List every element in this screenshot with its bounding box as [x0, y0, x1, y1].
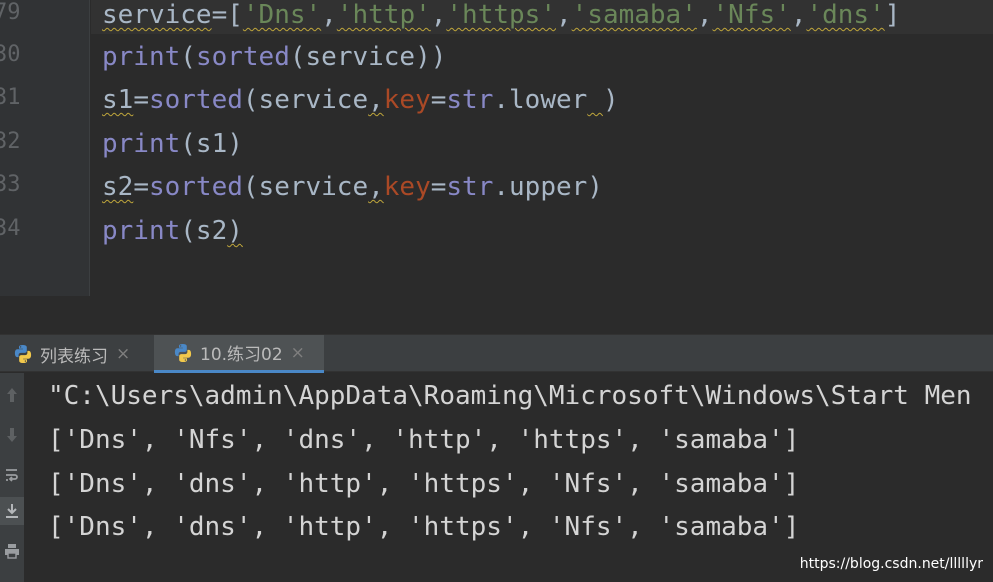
- code-token: ,: [696, 0, 713, 30]
- code-token: ): [602, 85, 619, 115]
- code-token: ,: [555, 0, 572, 30]
- code-token: ,: [368, 85, 384, 115]
- tab-label: 10.练习02: [200, 345, 283, 365]
- console-toolbar: [0, 373, 24, 582]
- console-output-line: "C:\Users\admin\AppData\Roaming\Microsof…: [48, 381, 972, 411]
- watermark-text: https://blog.csdn.net/lllllyr: [799, 556, 983, 572]
- code-token: (: [180, 42, 196, 72]
- print-icon[interactable]: [0, 537, 24, 565]
- code-line[interactable]: s1=sorted(service,key=str.lower ): [102, 85, 619, 121]
- line-number: 34: [0, 216, 21, 241]
- editor-empty-area: [0, 296, 993, 332]
- code-token: 'Dns': [242, 0, 322, 30]
- code-token: =: [211, 0, 228, 30]
- code-token: =: [133, 85, 149, 115]
- code-token: print: [102, 129, 181, 159]
- code-line[interactable]: print(s2): [102, 216, 243, 252]
- code-token: .upper): [493, 172, 603, 202]
- code-token: =: [133, 172, 149, 202]
- code-token: print: [102, 42, 181, 72]
- code-line[interactable]: print(sorted(service)): [102, 42, 446, 78]
- code-token: 'samaba': [571, 0, 697, 30]
- code-token: 'http': [336, 0, 431, 30]
- run-console[interactable]: "C:\Users\admin\AppData\Roaming\Microsof…: [0, 373, 993, 582]
- code-token: (s1): [180, 129, 243, 159]
- line-number: 32: [0, 129, 21, 154]
- code-token: ,: [368, 172, 384, 202]
- code-token: ,: [430, 0, 447, 30]
- code-token: ,: [790, 0, 807, 30]
- code-token: print: [102, 216, 181, 246]
- code-line[interactable]: service=['Dns','http','https','samaba','…: [102, 0, 900, 36]
- code-token: =: [430, 85, 447, 115]
- python-icon: [172, 342, 194, 364]
- console-output-line: ['Dns', 'dns', 'http', 'https', 'Nfs', '…: [48, 512, 800, 542]
- code-token: service: [102, 0, 212, 30]
- code-token: ): [227, 216, 243, 246]
- console-output-line: ['Dns', 'Nfs', 'dns', 'http', 'https', '…: [48, 425, 800, 455]
- arrow-down-icon[interactable]: [0, 421, 24, 449]
- code-line[interactable]: s2=sorted(service,key=str.upper): [102, 172, 603, 208]
- code-token: 'Nfs': [712, 0, 791, 30]
- scroll-to-end-icon[interactable]: [0, 497, 24, 525]
- run-tab-bar: 列表练习 × 10.练习02 ×: [0, 334, 993, 373]
- code-token: sorted: [148, 172, 243, 202]
- code-token: 'https': [446, 0, 556, 30]
- code-token: key: [383, 172, 431, 202]
- code-token: (service)): [289, 42, 447, 72]
- code-token: sorted: [195, 42, 290, 72]
- code-token: 'dns': [806, 0, 885, 30]
- code-token: (s2: [180, 216, 228, 246]
- line-number: 79: [0, 0, 21, 25]
- code-token: .lower: [493, 85, 588, 115]
- code-token: ,: [321, 0, 337, 30]
- close-icon[interactable]: ×: [291, 343, 305, 363]
- code-token: key: [383, 85, 431, 115]
- tab-label: 列表练习: [40, 346, 108, 367]
- code-line[interactable]: print(s1): [102, 129, 243, 165]
- code-editor[interactable]: 79 30 31 32 33 34 service=['Dns','http','http…: [0, 0, 993, 296]
- soft-wrap-icon[interactable]: [0, 461, 24, 489]
- code-token: sorted: [148, 85, 243, 115]
- arrow-up-icon[interactable]: [0, 381, 24, 409]
- code-token: str: [446, 172, 494, 202]
- close-icon[interactable]: ×: [116, 344, 130, 364]
- python-icon: [12, 343, 34, 365]
- code-token: (service: [242, 85, 369, 115]
- code-token: =: [430, 172, 447, 202]
- tab-exercise-02[interactable]: 10.练习02 ×: [154, 335, 324, 373]
- console-output-line: ['Dns', 'dns', 'http', 'https', 'Nfs', '…: [48, 469, 800, 499]
- code-token: ]: [884, 0, 901, 30]
- code-token: s1: [102, 85, 134, 115]
- tab-list-practice[interactable]: 列表练习 ×: [12, 335, 144, 373]
- line-number: 30: [0, 42, 21, 67]
- line-number: 31: [0, 85, 21, 110]
- code-token: s2: [102, 172, 134, 202]
- code-token: str: [446, 85, 494, 115]
- code-area[interactable]: service=['Dns','http','https','samaba','…: [102, 0, 982, 296]
- code-token: [: [227, 0, 243, 30]
- code-token: (service: [242, 172, 369, 202]
- line-number: 33: [0, 172, 21, 197]
- line-number-gutter: 79 30 31 32 33 34: [0, 0, 90, 296]
